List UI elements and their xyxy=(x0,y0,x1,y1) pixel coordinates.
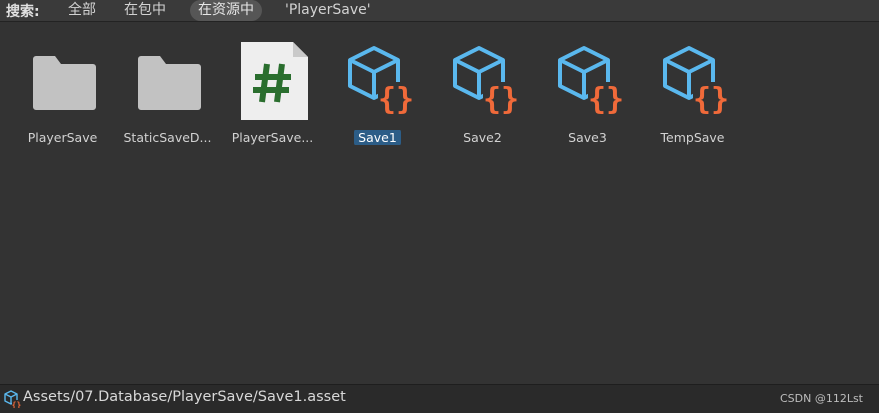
search-option-all[interactable]: 全部 xyxy=(60,0,104,21)
folder-icon xyxy=(32,56,96,110)
scriptable-object-icon: {} xyxy=(347,46,414,117)
svg-text:{}: {} xyxy=(482,82,518,117)
search-term: 'PlayerSave' xyxy=(285,2,371,18)
scriptable-object-icon: {} xyxy=(662,46,729,117)
asset-name: PlayerSave... xyxy=(231,130,314,145)
selected-asset-path: Assets/07.Database/PlayerSave/Save1.asse… xyxy=(23,389,346,405)
asset-item-save3[interactable]: {} Save3 xyxy=(535,42,640,152)
asset-item-save2[interactable]: {} Save2 xyxy=(430,42,535,152)
asset-item-staticsave-folder[interactable]: StaticSaveD... xyxy=(115,42,220,152)
search-option-in-packages[interactable]: 在包中 xyxy=(116,0,174,21)
watermark: CSDN @112Lst xyxy=(779,392,863,405)
asset-name: Save1 xyxy=(325,130,430,145)
asset-item-playersave-folder[interactable]: PlayerSave xyxy=(10,42,115,152)
csharp-script-icon xyxy=(240,42,308,120)
svg-text:{}: {} xyxy=(377,82,413,117)
asset-item-tempsave[interactable]: {} TempSave xyxy=(640,42,745,152)
scriptable-object-icon: {} xyxy=(4,390,21,408)
svg-text:{}: {} xyxy=(587,82,623,117)
folder-icon xyxy=(137,56,201,110)
asset-item-playersave-script[interactable]: PlayerSave... xyxy=(220,42,325,152)
asset-grid: PlayerSave StaticSaveD... PlayerSave... xyxy=(0,22,879,384)
asset-name: Save2 xyxy=(463,130,502,145)
search-filter-bar: 搜索: 全部 在包中 在资源中 'PlayerSave' xyxy=(0,0,879,22)
search-label: 搜索: xyxy=(6,4,40,20)
asset-name: TempSave xyxy=(660,130,725,145)
asset-name: PlayerSave xyxy=(27,130,98,145)
asset-name: StaticSaveD... xyxy=(123,130,212,145)
status-bar: {} Assets/07.Database/PlayerSave/Save1.a… xyxy=(0,384,879,413)
search-option-in-assets[interactable]: 在资源中 xyxy=(190,0,262,21)
svg-text:{}: {} xyxy=(12,401,21,409)
asset-item-save1[interactable]: {} Save1 xyxy=(325,42,430,152)
scriptable-object-icon: {} xyxy=(452,46,519,117)
svg-text:{}: {} xyxy=(692,82,728,117)
asset-name: Save3 xyxy=(568,130,607,145)
scriptable-object-icon: {} xyxy=(557,46,624,117)
